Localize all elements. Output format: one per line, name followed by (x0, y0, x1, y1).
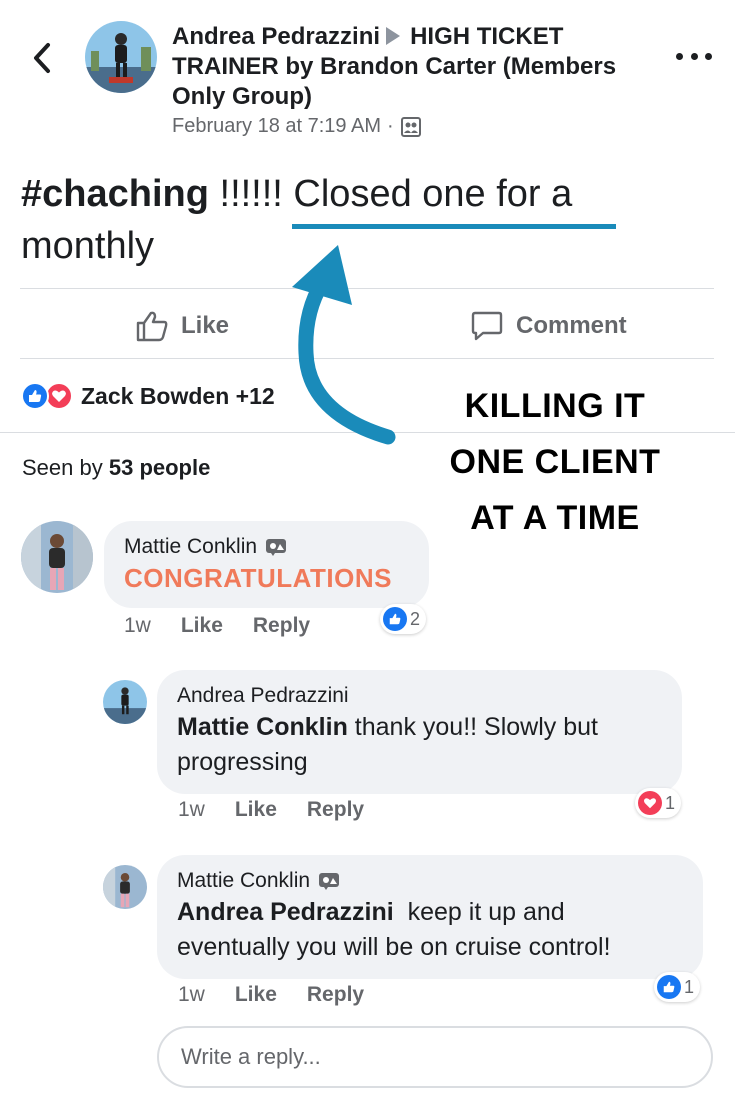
group-privacy-icon (400, 116, 421, 137)
post-meta: February 18 at 7:19 AM · (172, 115, 422, 138)
reply-placeholder: Write a reply... (181, 1044, 321, 1069)
reactions-summary[interactable]: Zack Bowden +12 (21, 380, 275, 412)
more-options-button[interactable] (676, 44, 712, 68)
comment-bubble: Mattie Conklin CONGRATULATIONS (104, 521, 429, 608)
comment-mention[interactable]: Mattie Conklin (177, 713, 348, 741)
comment-author-name[interactable]: Mattie Conklin (177, 867, 310, 895)
like-button[interactable]: Like (135, 304, 229, 348)
seen-by-prefix: Seen by (22, 455, 103, 480)
comment-author: Andrea Pedrazzini (177, 682, 662, 710)
thumbs-up-icon (136, 311, 168, 342)
back-button[interactable] (26, 38, 58, 78)
comment-time: 1w (178, 983, 205, 1006)
comment-like-button[interactable]: Like (235, 983, 277, 1007)
comment-mention[interactable]: Andrea Pedrazzini (177, 898, 394, 926)
comment-author: Mattie Conklin (177, 867, 683, 895)
overlay-line: KILLING IT (464, 387, 646, 425)
like-reaction-icon (21, 382, 49, 410)
author-avatar[interactable] (85, 21, 157, 93)
overlay-line: ONE CLIENT (449, 443, 661, 481)
comment-author-name[interactable]: Andrea Pedrazzini (177, 682, 349, 710)
comment-text: Mattie Conklin thank you!! Slowly but pr… (177, 710, 662, 780)
love-reaction-icon (45, 382, 73, 410)
reaction-count: 1 (684, 976, 695, 997)
seen-by[interactable]: Seen by 53 people (22, 455, 210, 481)
meta-separator: · (387, 115, 394, 137)
comment-reply-button[interactable]: Reply (253, 614, 310, 638)
reaction-count: 2 (410, 608, 421, 629)
badge-icon (266, 539, 287, 556)
triangle-right-icon (386, 27, 401, 45)
commenter-avatar[interactable] (21, 521, 93, 593)
like-reaction-icon (657, 975, 681, 999)
comment-text: CONGRATULATIONS (124, 563, 392, 593)
comment-time: 1w (124, 614, 151, 637)
like-label: Like (181, 312, 230, 339)
annotation-arrow-icon (292, 245, 396, 445)
comment-author: Mattie Conklin (124, 533, 409, 561)
seen-by-count: 53 people (108, 455, 211, 480)
comment-button[interactable]: Comment (470, 304, 627, 348)
post-hashtag[interactable]: #chaching (21, 173, 209, 215)
like-reaction-icon (383, 607, 407, 631)
comment-like-button[interactable]: Like (181, 614, 223, 638)
comment-reaction-badge[interactable]: 1 (635, 788, 682, 818)
comment-author-name[interactable]: Mattie Conklin (124, 533, 257, 561)
post-title: Andrea Pedrazzini HIGH TICKET TRAINER by … (172, 22, 652, 112)
reactions-text: Zack Bowden +12 (81, 382, 275, 409)
comment-actions: 1w Like Reply (124, 614, 340, 638)
commenter-avatar[interactable] (103, 680, 147, 724)
comment-time: 1w (178, 798, 205, 821)
chevron-left-icon (34, 43, 50, 73)
comment-like-button[interactable]: Like (235, 798, 277, 822)
post-timestamp[interactable]: February 18 at 7:19 AM (172, 115, 381, 138)
comment-icon (471, 311, 503, 341)
overlay-line: AT A TIME (470, 499, 640, 537)
comment-reply-button[interactable]: Reply (307, 798, 364, 822)
reply-input[interactable]: Write a reply... (157, 1026, 713, 1088)
comment-reaction-badge[interactable]: 1 (654, 972, 701, 1002)
post-header: Andrea Pedrazzini HIGH TICKET TRAINER by … (0, 0, 735, 150)
comment-text: Andrea Pedrazzini keep it up and eventua… (177, 895, 683, 965)
love-reaction-icon (638, 791, 662, 815)
more-dot-icon (690, 52, 698, 60)
reaction-count: 1 (665, 792, 676, 813)
overlay-caption: KILLING IT ONE CLIENT AT A TIME (420, 378, 690, 546)
comment-label: Comment (516, 312, 627, 339)
comment-reply-button[interactable]: Reply (307, 983, 364, 1007)
comment-bubble: Andrea Pedrazzini Mattie Conklin thank y… (157, 670, 682, 794)
comment-reaction-badge[interactable]: 2 (380, 604, 427, 634)
badge-icon (319, 873, 340, 890)
author-name[interactable]: Andrea Pedrazzini (172, 23, 380, 50)
comment-actions: 1w Like Reply (178, 798, 394, 822)
post-exclaim: !!!!!! (208, 173, 294, 215)
more-dot-icon (676, 52, 683, 60)
comment-actions: 1w Like Reply (178, 983, 394, 1007)
more-dot-icon (705, 52, 712, 60)
comment-bubble: Mattie Conklin Andrea Pedrazzini keep it… (157, 855, 703, 979)
commenter-avatar[interactable] (103, 865, 147, 909)
